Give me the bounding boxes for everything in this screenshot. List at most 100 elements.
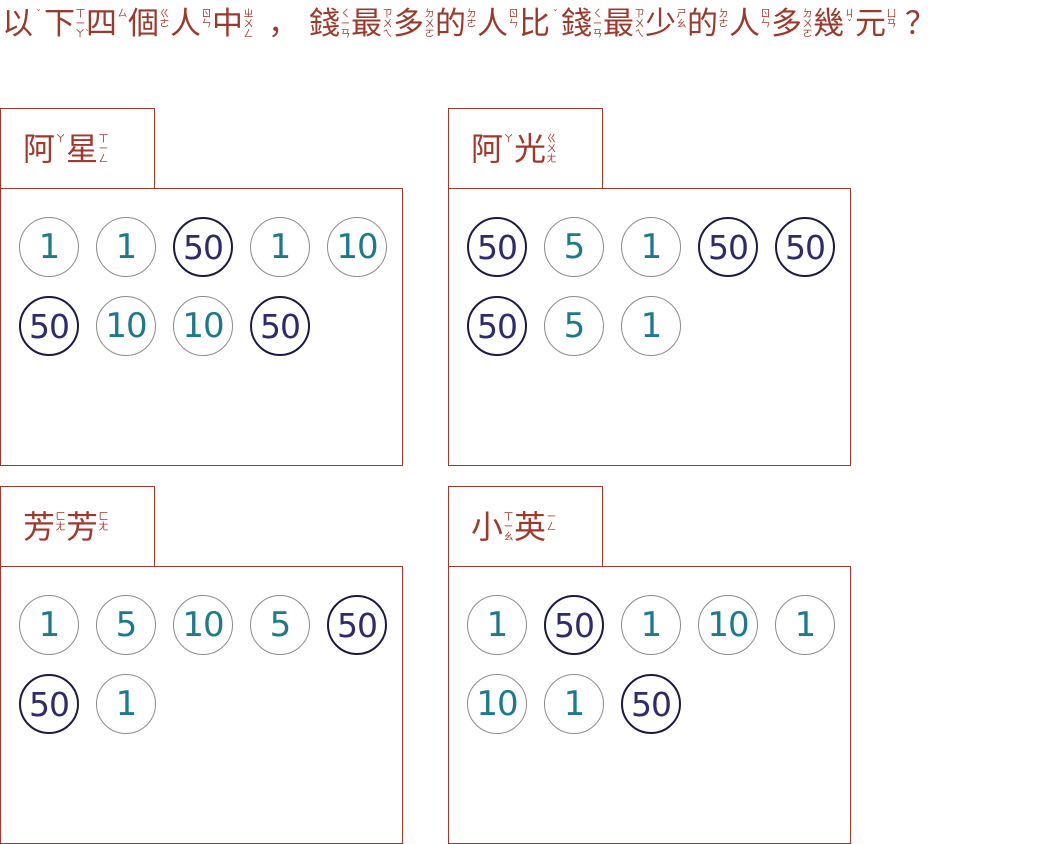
- question-char: 少ㄕㄠ: [645, 4, 687, 44]
- coin-5: 5: [96, 595, 156, 655]
- bopomofo-symbol: ㄜ: [466, 19, 477, 30]
- coin-10: 10: [327, 217, 387, 277]
- bopomofo: ㄑㄧㄢ: [592, 10, 603, 40]
- bopomofo: ㄩㄢ: [886, 10, 897, 30]
- bopomofo-symbol: ㄤ: [546, 153, 557, 165]
- hanzi: 少: [645, 6, 676, 42]
- bopomofo-symbol: ㄒ: [503, 511, 514, 523]
- hanzi: 元: [855, 6, 886, 42]
- bopomofo: ㄙ: [117, 10, 128, 20]
- question-char: 人ㄖㄣ: [170, 4, 212, 44]
- question-char: 元ㄩㄢ: [855, 4, 897, 44]
- name-char: 阿ㄚ: [23, 129, 66, 169]
- name-char: 阿ㄚ: [471, 129, 514, 169]
- question-char: 錢ㄑㄧㄢ: [561, 4, 603, 44]
- coin-panel: 1 1 50 1 10 50 10 10 50: [0, 188, 403, 466]
- hanzi: 比: [519, 6, 550, 42]
- bopomofo-symbol: ㄧ: [546, 511, 557, 523]
- coin-1: 1: [96, 674, 156, 734]
- coin-5: 5: [250, 595, 310, 655]
- hanzi: 個: [128, 6, 159, 42]
- bopomofo-symbol: ㄟ: [382, 29, 393, 40]
- hanzi: 人: [170, 6, 201, 42]
- bopomofo-symbol: ㄢ: [340, 29, 351, 40]
- bopomofo: ㄉㄨㄛ: [424, 10, 435, 40]
- name-tab: 小ㄒㄧㄠ英ㄧㄥ: [448, 486, 603, 566]
- hanzi: 四: [86, 6, 117, 42]
- bopomofo-symbol: ㄤ: [98, 521, 109, 533]
- hanzi: 芳: [66, 507, 99, 546]
- bopomofo-symbol: ㄣ: [201, 19, 212, 30]
- hanzi: 星: [66, 129, 99, 168]
- bopomofo: ㄒㄧㄠ: [503, 511, 514, 543]
- question-char: 以ˇ: [2, 4, 44, 44]
- question-mark: ？: [905, 6, 936, 42]
- bopomofo-symbol: ㄧ: [503, 521, 514, 533]
- bopomofo: ㄖㄣ: [760, 10, 771, 30]
- question-char: 最ㄗㄨㄟ: [603, 4, 645, 44]
- bopomofo: ㄖㄣ: [508, 10, 519, 30]
- question-char: 的ㄉㄜ: [687, 4, 729, 44]
- bopomofo: ㄖㄣ: [201, 10, 212, 30]
- name-tab: 阿ㄚ星ㄒㄧㄥ: [0, 108, 155, 188]
- hanzi: 多: [771, 6, 802, 42]
- bopomofo-symbol: ˇ: [553, 9, 558, 20]
- coin-50: 50: [173, 217, 233, 277]
- bopomofo: ˇ: [550, 10, 561, 20]
- question-char: 多ㄉㄨㄛ: [393, 4, 435, 44]
- coin-10: 10: [467, 674, 527, 734]
- question-char: 錢ㄑㄧㄢ: [309, 4, 351, 44]
- hanzi: 的: [435, 6, 466, 42]
- coin-50: 50: [467, 217, 527, 277]
- bopomofo-symbol: ˇ: [36, 9, 41, 20]
- coin-5: 5: [544, 296, 604, 356]
- bopomofo: ㄍㄨㄤ: [546, 134, 557, 165]
- bopomofo-symbol: ㄢ: [886, 19, 897, 30]
- coin-1: 1: [250, 217, 310, 277]
- bopomofo: ㄗㄨㄟ: [634, 10, 645, 40]
- coin-50: 50: [250, 296, 310, 356]
- question-char: 多ㄉㄨㄛ: [771, 4, 813, 44]
- bopomofo-symbol: ㄜ: [159, 19, 170, 30]
- bopomofo-symbol: ㄧ: [98, 143, 109, 155]
- coin-10: 10: [698, 595, 758, 655]
- coin-50: 50: [19, 674, 79, 734]
- bopomofo-symbol: ㄚ: [503, 133, 514, 145]
- bopomofo-symbol: ㄚˋ: [75, 29, 90, 40]
- question-char: 最ㄗㄨㄟ: [351, 4, 393, 44]
- bopomofo-symbol: ˇ: [847, 19, 852, 30]
- coin-1: 1: [775, 595, 835, 655]
- name-char: 英ㄧㄥ: [514, 507, 557, 547]
- hanzi: 英: [514, 507, 547, 546]
- hanzi: 阿: [471, 129, 504, 168]
- coin-panel: 1 50 1 10 1 10 1 50: [448, 566, 851, 844]
- bopomofo-symbol: ㄈ: [55, 511, 66, 523]
- coin-1: 1: [96, 217, 156, 277]
- question-char: 四ㄙ: [86, 4, 128, 44]
- question-char: 下ㄒㄧㄚˋ: [44, 4, 90, 44]
- bopomofo: ㄍㄜ: [159, 10, 170, 30]
- question-char: 中ㄓㄨㄥ: [212, 4, 254, 44]
- coin-10: 10: [96, 296, 156, 356]
- bopomofo-symbol: ㄠ: [676, 19, 687, 30]
- coin-50: 50: [467, 296, 527, 356]
- question-text: 以 ˇ 下ㄒㄧㄚˋ 四ㄙ個ㄍㄜ人ㄖㄣ中ㄓㄨㄥ，錢ㄑㄧㄢ最ㄗㄨㄟ多ㄉㄨㄛ的ㄉㄜ人ㄖㄣ比 ˇ…: [2, 4, 1042, 48]
- question-char: 人ㄖㄣ: [729, 4, 771, 44]
- hanzi: 的: [687, 6, 718, 42]
- coin-1: 1: [19, 217, 79, 277]
- bopomofo: ㄑㄧㄢ: [340, 10, 351, 40]
- coin-10: 10: [173, 296, 233, 356]
- name-char: 光ㄍㄨㄤ: [514, 129, 557, 169]
- bopomofo: ㄉㄜ: [466, 10, 477, 30]
- coin-panel: 1 5 10 5 50 50 1: [0, 566, 403, 844]
- question-char: 比ˇ: [519, 4, 561, 44]
- hanzi: 光: [514, 129, 547, 168]
- coin-1: 1: [19, 595, 79, 655]
- name-char: 芳ㄈㄤ: [23, 507, 66, 547]
- bopomofo-symbol: ㄈ: [98, 511, 109, 523]
- coin-panel: 50 5 1 50 50 50 5 1: [448, 188, 851, 466]
- comma-mark: ，: [268, 6, 299, 42]
- coin-50: 50: [544, 595, 604, 655]
- hanzi: 最: [603, 6, 634, 42]
- bopomofo-symbol: ㄣ: [508, 19, 519, 30]
